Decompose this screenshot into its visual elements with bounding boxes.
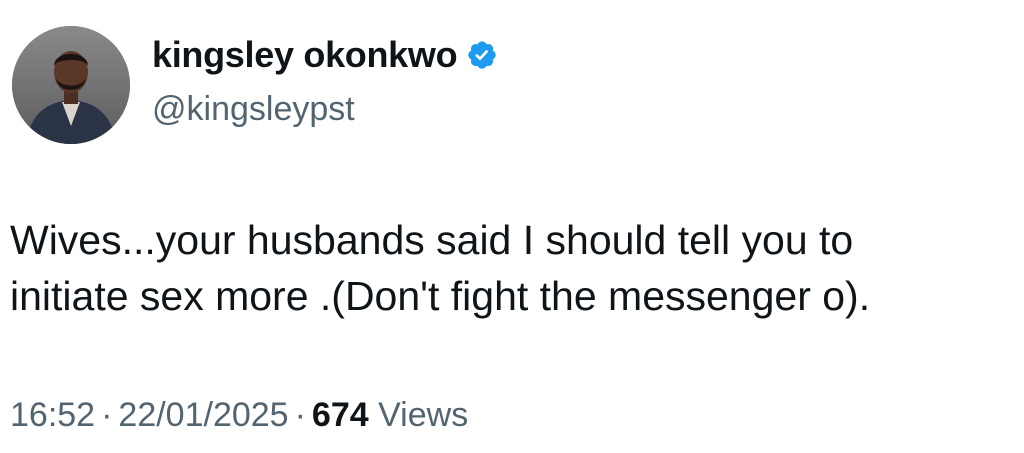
tweet-time[interactable]: 16:52 — [10, 396, 95, 434]
tweet-meta: 16:52 · 22/01/2025 · 674 Views — [10, 396, 468, 435]
tweet-text: Wives...your husbands said I should tell… — [10, 212, 1010, 324]
views-label: Views — [378, 396, 469, 434]
tweet-card: kingsley okonkwo @kingsleypst Wives...yo… — [0, 0, 1024, 453]
author-name-row: kingsley okonkwo — [152, 34, 498, 76]
avatar[interactable] — [12, 26, 130, 144]
display-name[interactable]: kingsley okonkwo — [152, 34, 458, 76]
verified-badge-icon[interactable] — [466, 39, 498, 71]
views-count: 674 — [311, 396, 369, 434]
tweet-text-line: Wives...your husbands said I should tell… — [10, 217, 854, 263]
author-handle[interactable]: @kingsleypst — [152, 90, 355, 129]
tweet-date[interactable]: 22/01/2025 — [118, 396, 288, 434]
tweet-text-line: initiate sex more .(Don't fight the mess… — [10, 273, 871, 319]
profile-photo-icon — [12, 26, 130, 144]
meta-separator: · — [101, 396, 113, 434]
meta-separator: · — [294, 396, 306, 434]
